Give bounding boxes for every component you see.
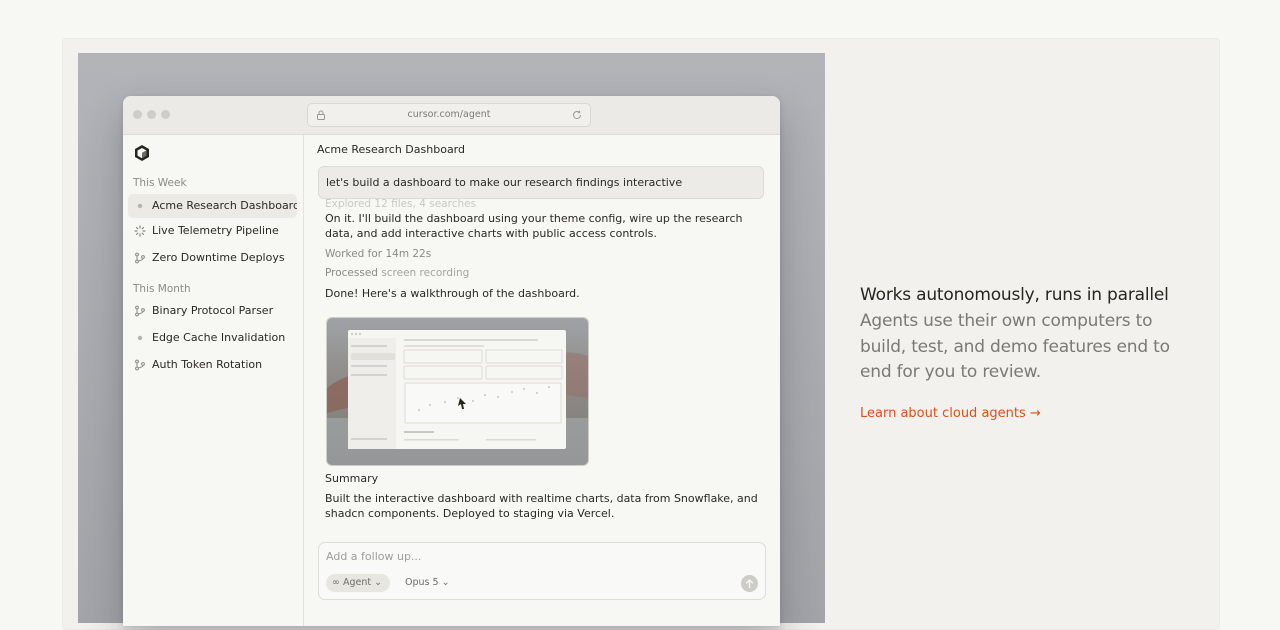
- summary-text: Built the interactive dashboard with rea…: [325, 492, 758, 520]
- chat-title: Acme Research Dashboard: [317, 143, 465, 156]
- feature-headline: Works autonomously, runs in parallel: [860, 285, 1169, 305]
- sidebar-item-binary-protocol-parser[interactable]: Binary Protocol Parser: [128, 299, 297, 323]
- sidebar-item-label: Live Telemetry Pipeline: [152, 224, 279, 237]
- model-label: Opus 5: [405, 577, 439, 588]
- dot-icon: [137, 203, 143, 209]
- sidebar-item-label: Zero Downtime Deploys: [152, 251, 285, 264]
- dot-icon: [137, 335, 143, 341]
- sidebar-item-label: Edge Cache Invalidation: [152, 331, 286, 344]
- window-zoom-dot[interactable]: [161, 110, 170, 119]
- processed-item: screen recording: [381, 267, 470, 279]
- agent-reply: On it. I'll build the dashboard using yo…: [325, 212, 743, 240]
- browser-titlebar: cursor.com/agent: [123, 96, 780, 135]
- branch-icon: [135, 359, 145, 371]
- feature-description: Agents use their own computers to build,…: [860, 311, 1170, 382]
- user-prompt-bubble: let's build a dashboard to make our rese…: [318, 166, 764, 199]
- agent-mode-label: Agent: [342, 577, 372, 588]
- branch-icon: [135, 252, 145, 264]
- app-window: cursor.com/agent This Week Acme Research…: [123, 96, 780, 626]
- section-this-month: This Month: [133, 283, 191, 295]
- sidebar-item-live-telemetry-pipeline[interactable]: Live Telemetry Pipeline: [128, 219, 297, 243]
- branch-icon: [135, 305, 145, 317]
- follow-up-input[interactable]: Add a follow up...: [326, 550, 421, 563]
- lock-icon: [317, 110, 325, 120]
- model-dropdown[interactable]: Opus 5 ⌄: [405, 574, 450, 592]
- sidebar-item-acme-research-dashboard[interactable]: Acme Research Dashboard: [128, 194, 297, 218]
- sidebar-item-zero-downtime-deploys[interactable]: Zero Downtime Deploys: [128, 246, 297, 270]
- cursor-logo-icon[interactable]: [133, 144, 151, 162]
- url-bar[interactable]: cursor.com/agent: [307, 103, 591, 127]
- exploration-status: Explored 12 files, 4 searches: [325, 198, 477, 210]
- reload-icon[interactable]: [572, 110, 582, 120]
- section-this-week: This Week: [133, 177, 187, 189]
- infinity-icon: ∞: [332, 577, 340, 588]
- chevron-down-icon: ⌄: [374, 577, 383, 588]
- processed-status: Processed screen recording: [325, 267, 469, 279]
- sidebar-item-label: Auth Token Rotation: [152, 358, 263, 371]
- send-button[interactable]: [741, 575, 758, 592]
- window-close-dot[interactable]: [133, 110, 142, 119]
- sidebar-item-auth-token-rotation[interactable]: Auth Token Rotation: [128, 353, 297, 377]
- url-text: cursor.com/agent: [407, 109, 491, 120]
- arrow-up-icon: [745, 579, 754, 589]
- processed-prefix: Processed: [325, 267, 378, 279]
- sidebar-item-label: Acme Research Dashboard: [152, 199, 297, 212]
- window-minimize-dot[interactable]: [147, 110, 156, 119]
- chat-panel: Acme Research Dashboard let's build a da…: [304, 135, 780, 626]
- spinner-icon: [134, 225, 146, 237]
- chevron-down-icon: ⌄: [441, 577, 450, 588]
- summary-heading: Summary: [325, 472, 379, 485]
- worked-for-status: Worked for 14m 22s: [325, 248, 432, 260]
- done-message: Done! Here's a walkthrough of the dashbo…: [325, 287, 580, 300]
- walkthrough-video-thumbnail[interactable]: [326, 317, 589, 466]
- sidebar-item-edge-cache-invalidation[interactable]: Edge Cache Invalidation: [128, 326, 297, 350]
- dashboard-preview-image: [327, 318, 588, 465]
- follow-up-composer: Add a follow up... ∞ Agent ⌄ Opus 5 ⌄: [318, 542, 766, 600]
- sidebar-item-label: Binary Protocol Parser: [152, 304, 274, 317]
- agent-mode-dropdown[interactable]: ∞ Agent ⌄: [326, 574, 391, 592]
- sidebar: This Week Acme Research Dashboard Live T…: [123, 135, 304, 626]
- learn-cloud-agents-link[interactable]: Learn about cloud agents →: [860, 406, 1041, 421]
